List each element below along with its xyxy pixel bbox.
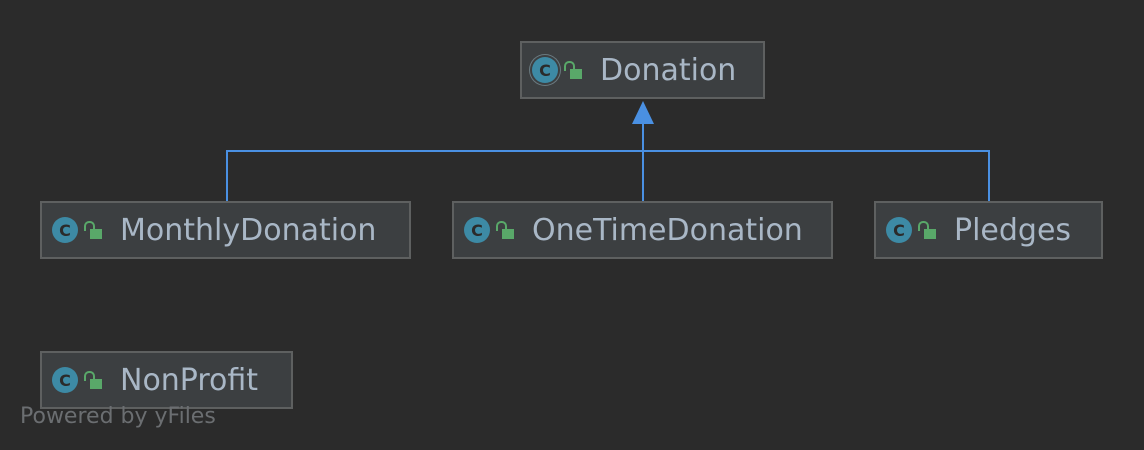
edge-monthly-to-donation bbox=[226, 124, 644, 201]
inheritance-arrowhead bbox=[632, 101, 654, 124]
powered-by-watermark: Powered by yFiles bbox=[20, 404, 216, 429]
public-lock-icon bbox=[496, 221, 514, 239]
class-name: MonthlyDonation bbox=[120, 212, 377, 248]
class-name: NonProfit bbox=[120, 362, 259, 398]
uml-diagram-canvas: C Donation C MonthlyDonation C OneTimeDo… bbox=[0, 0, 1144, 450]
class-name: OneTimeDonation bbox=[532, 212, 803, 248]
class-node-pledges[interactable]: C Pledges bbox=[874, 201, 1103, 259]
class-icon: C bbox=[52, 367, 78, 393]
class-icon: C bbox=[464, 217, 490, 243]
class-icon: C bbox=[886, 217, 912, 243]
class-icon: C bbox=[52, 217, 78, 243]
public-lock-icon bbox=[84, 221, 102, 239]
public-lock-icon bbox=[84, 371, 102, 389]
edge-pledges-to-donation bbox=[643, 150, 990, 201]
class-node-monthly-donation[interactable]: C MonthlyDonation bbox=[40, 201, 411, 259]
class-node-one-time-donation[interactable]: C OneTimeDonation bbox=[452, 201, 833, 259]
public-lock-icon bbox=[564, 61, 582, 79]
class-node-nonprofit[interactable]: C NonProfit bbox=[40, 351, 293, 409]
class-name: Pledges bbox=[954, 212, 1072, 248]
class-name: Donation bbox=[600, 52, 737, 88]
class-node-donation[interactable]: C Donation bbox=[520, 41, 765, 99]
public-lock-icon bbox=[918, 221, 936, 239]
abstract-class-icon: C bbox=[532, 57, 558, 83]
